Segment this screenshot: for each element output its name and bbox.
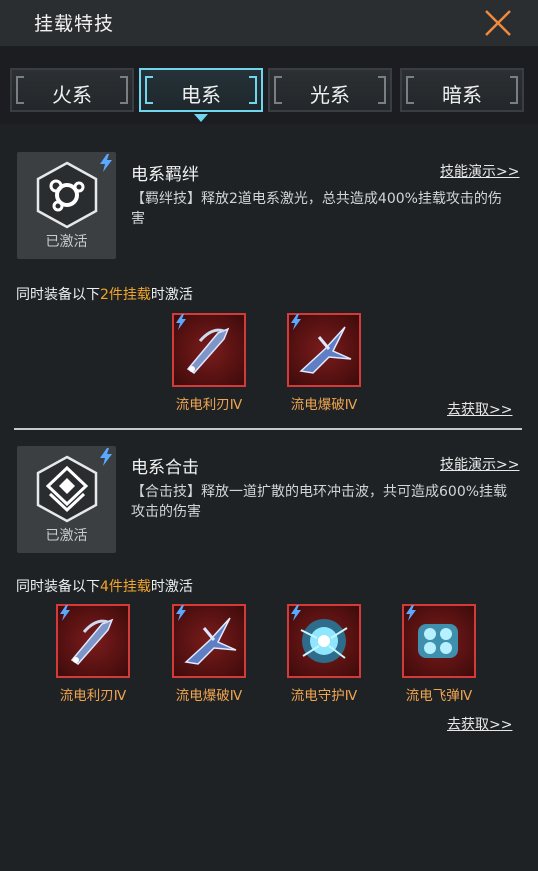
jet-weapon-icon	[184, 617, 237, 665]
blade-weapon-icon	[186, 327, 230, 374]
tab-fire[interactable]: 火系	[10, 68, 134, 112]
item-name: 流电飞弹Ⅳ	[405, 688, 473, 704]
mount-item-blast[interactable]	[172, 604, 246, 678]
active-tab-indicator	[194, 114, 208, 122]
condition-count: 2件挂载	[100, 287, 151, 303]
skill-description: 【合击技】释放一道扩散的电环冲击波，共可造成600%挂载攻击的伤害	[131, 484, 508, 520]
condition-prefix: 同时装备以下	[16, 579, 100, 595]
get-items-link[interactable]: 去获取>>	[447, 399, 512, 419]
blade-weapon-icon	[70, 618, 114, 665]
condition-prefix: 同时装备以下	[16, 287, 100, 303]
skill-description: 【羁绊技】释放2道电系激光，总共造成400%挂载攻击的伤害	[131, 191, 502, 227]
mount-item-blade[interactable]	[56, 604, 130, 678]
item-name: 流电守护Ⅳ	[290, 688, 358, 704]
element-tab-bar: 火系 电系 光系 暗系	[0, 46, 538, 124]
condition-suffix: 时激活	[150, 579, 193, 595]
activation-condition: 同时装备以下4件挂载时激活	[16, 576, 193, 596]
mount-item-blast[interactable]	[287, 313, 361, 387]
status-label: 已激活	[45, 234, 88, 250]
tab-label: 光系	[310, 83, 350, 107]
activation-condition: 同时装备以下2件挂载时激活	[16, 284, 193, 304]
mount-item-guard[interactable]	[287, 604, 361, 678]
skill-badge-combo[interactable]: 已激活	[17, 446, 116, 553]
item-name: 流电爆破Ⅳ	[290, 397, 358, 413]
lightning-icon	[100, 154, 112, 172]
tab-electric[interactable]: 电系	[139, 68, 263, 112]
skill-badge-bond[interactable]: 已激活	[17, 152, 116, 259]
get-items-link[interactable]: 去获取>>	[447, 714, 512, 734]
status-label: 已激活	[45, 528, 88, 544]
combo-skill-icon	[36, 455, 98, 523]
skill-name: 电系合击	[131, 458, 199, 478]
close-button[interactable]	[481, 8, 515, 38]
section-divider	[14, 428, 522, 430]
missile-pod-icon	[418, 624, 458, 658]
tab-label: 电系	[181, 83, 221, 107]
tab-label: 暗系	[442, 83, 482, 107]
header-bar: 挂载特技	[0, 0, 538, 46]
mount-item-missile[interactable]	[402, 604, 476, 678]
skill-demo-link[interactable]: 技能演示>>	[440, 454, 519, 474]
lightning-icon	[100, 448, 112, 466]
bond-skill-icon	[36, 161, 98, 229]
skill-demo-link[interactable]: 技能演示>>	[440, 161, 519, 181]
condition-count: 4件挂载	[100, 579, 151, 595]
mount-item-blade[interactable]	[172, 313, 246, 387]
tab-light[interactable]: 光系	[268, 68, 392, 112]
item-name: 流电利刃Ⅳ	[59, 688, 127, 704]
skill-name: 电系羁绊	[131, 165, 199, 185]
item-name: 流电爆破Ⅳ	[175, 688, 243, 704]
energy-orb-icon	[300, 619, 348, 663]
item-name: 流电利刃Ⅳ	[175, 397, 243, 413]
condition-suffix: 时激活	[150, 287, 193, 303]
jet-weapon-icon	[299, 326, 352, 374]
close-icon	[485, 10, 511, 36]
tab-label: 火系	[52, 83, 92, 107]
tab-dark[interactable]: 暗系	[400, 68, 524, 112]
page-title: 挂载特技	[34, 13, 115, 35]
